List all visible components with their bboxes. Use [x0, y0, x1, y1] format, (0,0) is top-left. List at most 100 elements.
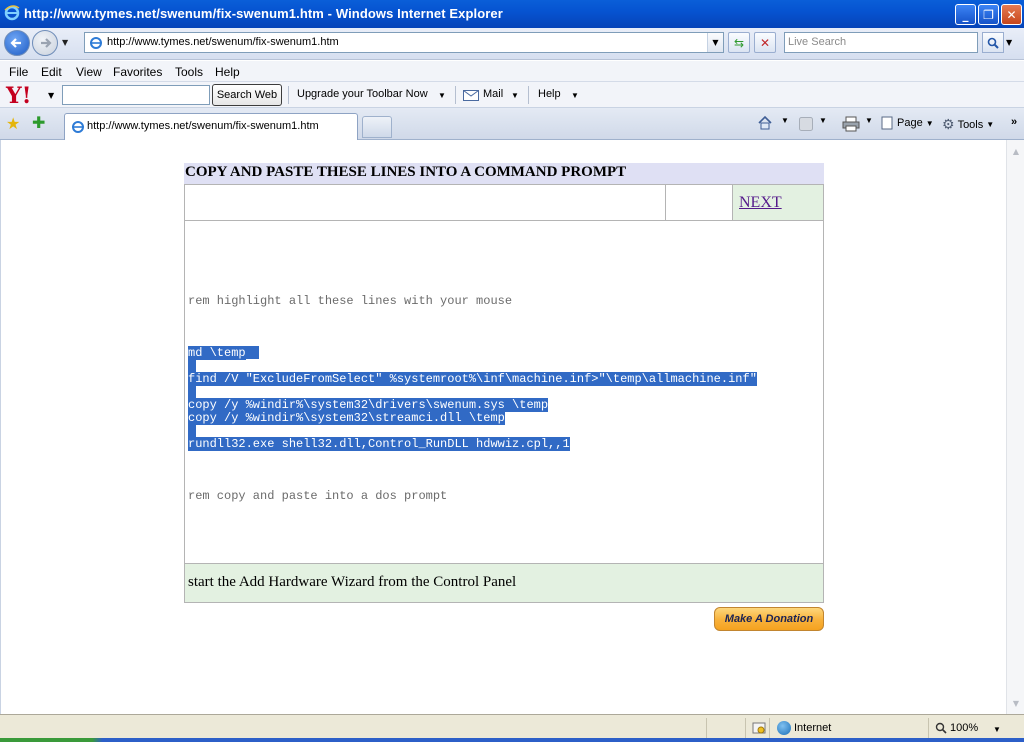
status-separator: [706, 718, 707, 738]
menu-bar: File Edit View Favorites Tools Help: [0, 61, 1024, 82]
toolbar-overflow-icon[interactable]: »: [1011, 116, 1017, 128]
yahoo-search-input[interactable]: [62, 85, 210, 105]
instruction-panel: COPY AND PASTE THESE LINES INTO A COMMAN…: [184, 163, 824, 603]
feeds-dropdown-icon[interactable]: ▼: [819, 116, 827, 125]
search-icon: [987, 37, 999, 49]
close-button[interactable]: ✕: [1001, 4, 1022, 25]
rundll-line: rundll32.exe shell32.dll,Control_RunDLL …: [188, 437, 570, 451]
help-button[interactable]: Help: [538, 88, 561, 100]
menu-file[interactable]: File: [9, 65, 28, 79]
zoom-dropdown-icon[interactable]: ▼: [993, 725, 1001, 734]
back-arrow-icon: [10, 38, 21, 48]
rem-highlight-line: rem highlight all these lines with your …: [188, 294, 513, 308]
menu-favorites[interactable]: Favorites: [113, 65, 162, 79]
gear-icon: ⚙: [942, 116, 955, 132]
zoom-level[interactable]: 100%: [950, 722, 978, 734]
page-icon: [72, 121, 84, 133]
md-temp-line: md \temp: [188, 346, 246, 360]
protected-mode-icon[interactable]: [752, 721, 766, 735]
find-line: find /V "ExcludeFromSelect" %systemroot%…: [188, 372, 757, 386]
mail-icon: [463, 90, 479, 101]
menu-edit[interactable]: Edit: [41, 65, 62, 79]
tools-menu-label: Tools: [957, 118, 984, 131]
print-icon[interactable]: [842, 116, 860, 132]
tab-label: http://www.tymes.net/swenum/fix-swenum1.…: [87, 120, 319, 132]
stop-button[interactable]: ✕: [754, 32, 776, 53]
page-icon: [90, 37, 102, 49]
add-to-favorites-icon[interactable]: ✚: [32, 113, 45, 132]
internet-explorer-icon: [4, 5, 20, 21]
minimize-button[interactable]: _: [955, 4, 976, 25]
page-content: COPY AND PASTE THESE LINES INTO A COMMAN…: [0, 140, 1006, 714]
search-button[interactable]: [982, 32, 1004, 53]
selection-highlight: [188, 385, 196, 398]
forward-arrow-icon: [41, 38, 52, 48]
mail-dropdown-icon[interactable]: ▼: [511, 91, 519, 100]
live-search-input[interactable]: Live Search: [784, 32, 978, 53]
yahoo-dropdown-icon[interactable]: ▼: [48, 91, 54, 100]
menu-view[interactable]: View: [76, 65, 102, 79]
title-bar: http://www.tymes.net/swenum/fix-swenum1.…: [0, 0, 1024, 28]
next-link[interactable]: NEXT: [739, 194, 782, 212]
address-dropdown-icon[interactable]: ▼: [707, 33, 723, 52]
tab-bar: ★ ✚ http://www.tymes.net/swenum/fix-swen…: [0, 108, 1024, 140]
refresh-icon: ⇆: [733, 35, 745, 50]
home-icon[interactable]: [757, 115, 773, 131]
status-separator: [769, 718, 770, 738]
window-title: http://www.tymes.net/swenum/fix-swenum1.…: [24, 6, 503, 21]
internet-zone-icon: [777, 721, 791, 735]
toolbar-separator: [455, 86, 456, 104]
page-menu-button[interactable]: Page ▼: [880, 116, 934, 130]
copy-streamci-line: copy /y %windir%\system32\streamci.dll \…: [188, 411, 505, 425]
command-block[interactable]: rem highlight all these lines with your …: [184, 221, 824, 564]
toolbar-separator: [288, 86, 289, 104]
search-web-button[interactable]: Search Web: [212, 84, 282, 106]
vertical-scrollbar[interactable]: ▲ ▼: [1006, 140, 1024, 714]
security-zone-label[interactable]: Internet: [794, 722, 831, 734]
favorites-center-star-icon[interactable]: ★: [6, 114, 20, 133]
upgrade-toolbar-button[interactable]: Upgrade your Toolbar Now: [297, 88, 428, 100]
menu-help[interactable]: Help: [215, 65, 240, 79]
selection-highlight: [188, 424, 196, 437]
tab-current[interactable]: http://www.tymes.net/swenum/fix-swenum1.…: [64, 113, 358, 140]
status-separator: [745, 718, 746, 738]
address-bar[interactable]: http://www.tymes.net/swenum/fix-swenum1.…: [84, 32, 724, 53]
selection-highlight: [188, 359, 196, 372]
address-toolbar: ▼ http://www.tymes.net/swenum/fix-swenum…: [0, 28, 1024, 60]
back-button[interactable]: [4, 30, 30, 56]
refresh-button[interactable]: ⇆: [728, 32, 750, 53]
history-dropdown-icon[interactable]: ▼: [62, 38, 68, 47]
page-menu-icon: [881, 116, 893, 130]
tools-menu-button[interactable]: ⚙ Tools ▼: [942, 116, 994, 133]
rem-paste-line: rem copy and paste into a dos prompt: [188, 489, 448, 503]
zoom-icon: [935, 722, 947, 734]
status-separator: [928, 718, 929, 738]
donate-button[interactable]: Make A Donation: [714, 607, 824, 631]
search-options-dropdown-icon[interactable]: ▼: [1006, 38, 1012, 47]
maximize-button[interactable]: ❐: [978, 4, 999, 25]
yahoo-toolbar: Y! ▼ Search Web Upgrade your Toolbar Now…: [0, 82, 1024, 109]
address-url[interactable]: http://www.tymes.net/swenum/fix-swenum1.…: [107, 36, 339, 48]
close-icon: ✕: [1006, 7, 1017, 22]
minimize-icon: _: [962, 7, 969, 22]
panel-footer-text: start the Add Hardware Wizard from the C…: [184, 564, 824, 603]
upgrade-dropdown-icon[interactable]: ▼: [438, 91, 446, 100]
stop-icon: ✕: [759, 35, 771, 50]
new-tab-button[interactable]: [362, 116, 392, 138]
home-dropdown-icon[interactable]: ▼: [781, 116, 789, 125]
nav-cell-empty: [665, 185, 732, 220]
taskbar-edge: [0, 738, 1024, 742]
mail-button[interactable]: Mail: [483, 88, 503, 100]
scroll-down-icon[interactable]: ▼: [1009, 696, 1023, 710]
restore-icon: ❐: [983, 7, 994, 22]
nav-row: NEXT: [184, 184, 824, 221]
toolbar-separator: [528, 86, 529, 104]
forward-button[interactable]: [32, 30, 58, 56]
menu-tools[interactable]: Tools: [175, 65, 203, 79]
scroll-up-icon[interactable]: ▲: [1009, 144, 1023, 158]
feeds-icon[interactable]: [799, 117, 813, 131]
page-menu-label: Page: [897, 117, 923, 129]
yahoo-logo[interactable]: Y!: [6, 83, 31, 109]
print-dropdown-icon[interactable]: ▼: [865, 116, 873, 125]
help-dropdown-icon[interactable]: ▼: [571, 91, 579, 100]
